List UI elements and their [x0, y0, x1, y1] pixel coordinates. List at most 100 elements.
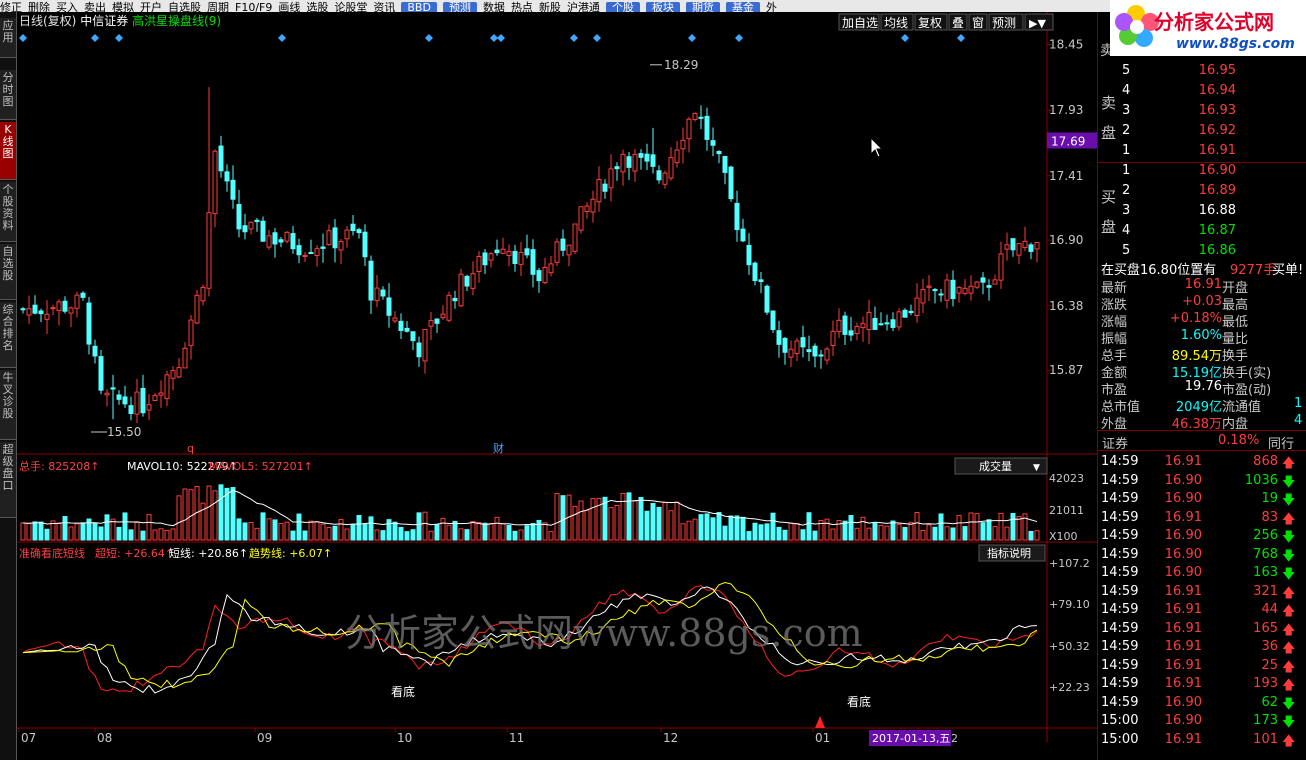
volume-bar [146, 514, 152, 541]
event-marker-cai[interactable]: 财 [493, 441, 504, 455]
volume-bar [266, 518, 272, 541]
candle-body [908, 310, 914, 314]
menu-item[interactable]: 预测 [442, 2, 477, 12]
candle-body [548, 263, 554, 274]
menu-item[interactable]: 周期 [207, 2, 229, 13]
candle-body [56, 301, 62, 311]
volume-bar [614, 504, 620, 541]
indicator-super-label: 超短: +26.64↑ [95, 546, 174, 560]
volume-bar [56, 522, 62, 541]
candle-body [356, 229, 362, 234]
menu-item[interactable]: 资讯 [373, 2, 395, 13]
candle-body [446, 294, 452, 321]
cursor-date-suffix: 2 [951, 732, 958, 745]
sidebar-item[interactable]: 牛叉诊股 [0, 370, 16, 440]
sidebar-item[interactable]: 个股资料 [0, 182, 16, 242]
menu-item[interactable]: 开户 [140, 2, 162, 13]
candle-body [266, 235, 272, 248]
menu-item[interactable]: F10/F9 [235, 2, 272, 13]
menu-item[interactable]: 自选股 [168, 2, 201, 13]
kline-chart[interactable]: 日线(复权) 中信证券 高洪星操盘线(9) 加自选 均线 复权叠窗预测 ▶▼18.45 1… [17, 12, 1097, 760]
stat-row: 市盈 19.76 市盈(动) [1098, 378, 1306, 398]
candle-body [902, 309, 908, 318]
sidebar-item[interactable]: 自选股 [0, 244, 16, 300]
menu-item[interactable]: 论股堂 [334, 2, 367, 13]
volume-bar [1028, 530, 1034, 541]
indicator-help-label: 指标说明 [987, 546, 1031, 560]
menu-item[interactable]: 个股 [605, 2, 640, 12]
candle-body [914, 297, 920, 316]
menu-item[interactable]: 买入 [56, 2, 78, 13]
volume-bar [950, 527, 956, 541]
sidebar-item[interactable]: 综合排名 [0, 302, 16, 368]
sector-change: 0.18% [1218, 433, 1260, 448]
tick-volume: 19 [1261, 491, 1278, 506]
candle-body [896, 311, 902, 328]
candle-body [710, 140, 716, 146]
menu-item[interactable]: 新股 [539, 2, 561, 13]
candle-body [98, 356, 104, 391]
menu-item[interactable]: 板块 [645, 2, 680, 12]
menu-item[interactable]: 删除 [28, 2, 50, 13]
volume-bar [908, 521, 914, 541]
menu-item[interactable]: BBD [401, 2, 437, 12]
sidebar-item[interactable]: 分时图 [0, 70, 16, 120]
volume-bar [368, 516, 374, 541]
menu-item[interactable]: 修正 [0, 2, 22, 13]
expand-icon: ▶▼ [1029, 17, 1046, 30]
candle-body [482, 252, 488, 266]
volume-bar [1010, 513, 1016, 541]
volume-bar [548, 531, 554, 541]
sidebar-item[interactable]: K线图 [0, 122, 16, 180]
candle-body [962, 287, 968, 294]
volume-bar [752, 522, 758, 541]
candle-body [704, 115, 710, 140]
candle-body [956, 286, 962, 294]
candle-body [440, 313, 446, 319]
menu-item[interactable]: 画线 [278, 2, 300, 13]
menu-item[interactable]: 卖出 [84, 2, 106, 13]
candle-body [200, 286, 206, 302]
candle-body [278, 239, 284, 243]
volume-axis-label: 21011 [1049, 504, 1084, 517]
volume-bar [878, 524, 884, 541]
candle-body [170, 370, 176, 379]
candle-body [158, 392, 164, 396]
candle-body [776, 330, 782, 345]
menu-item[interactable]: 基金 [725, 2, 760, 12]
tick-row: 14:59 16.91 44 🡅 [1098, 601, 1306, 619]
volume-bar [320, 523, 326, 541]
candle-body [512, 250, 518, 264]
candle-body [134, 391, 140, 415]
candle-body [368, 260, 374, 301]
volume-bar [680, 523, 686, 541]
menu-item[interactable]: 数据 [483, 2, 505, 13]
volume-bar [890, 520, 896, 541]
volume-bar [260, 512, 266, 541]
menu-item[interactable]: 期货 [685, 2, 720, 12]
tick-row: 14:59 16.91 83 🡅 [1098, 509, 1306, 527]
candle-body [632, 153, 638, 172]
volume-bar [644, 510, 650, 541]
menu-item[interactable]: 沪港通 [567, 2, 600, 13]
volume-bar [758, 524, 764, 541]
sidebar-item[interactable]: 超级盘口 [0, 442, 16, 518]
candle-body [152, 395, 158, 401]
sidebar-item[interactable]: 应用 [0, 18, 16, 58]
tick-volume: 44 [1261, 602, 1278, 617]
candle-body [932, 289, 938, 292]
volume-bar [392, 521, 398, 541]
menu-item[interactable]: 模拟 [112, 2, 134, 13]
level-num: 3 [1122, 203, 1131, 218]
menu-item[interactable]: 外 [766, 2, 777, 13]
menu-item[interactable]: 热点 [511, 2, 533, 13]
candle-body [554, 241, 560, 263]
candle-body [674, 149, 680, 164]
volume-bar [770, 512, 776, 541]
menu-item[interactable]: 选股 [306, 2, 328, 13]
volume-bar [152, 529, 158, 541]
candle-body [464, 275, 470, 287]
volume-bar [788, 522, 794, 541]
event-marker-q[interactable]: q [187, 442, 194, 455]
candle-body [284, 231, 290, 242]
